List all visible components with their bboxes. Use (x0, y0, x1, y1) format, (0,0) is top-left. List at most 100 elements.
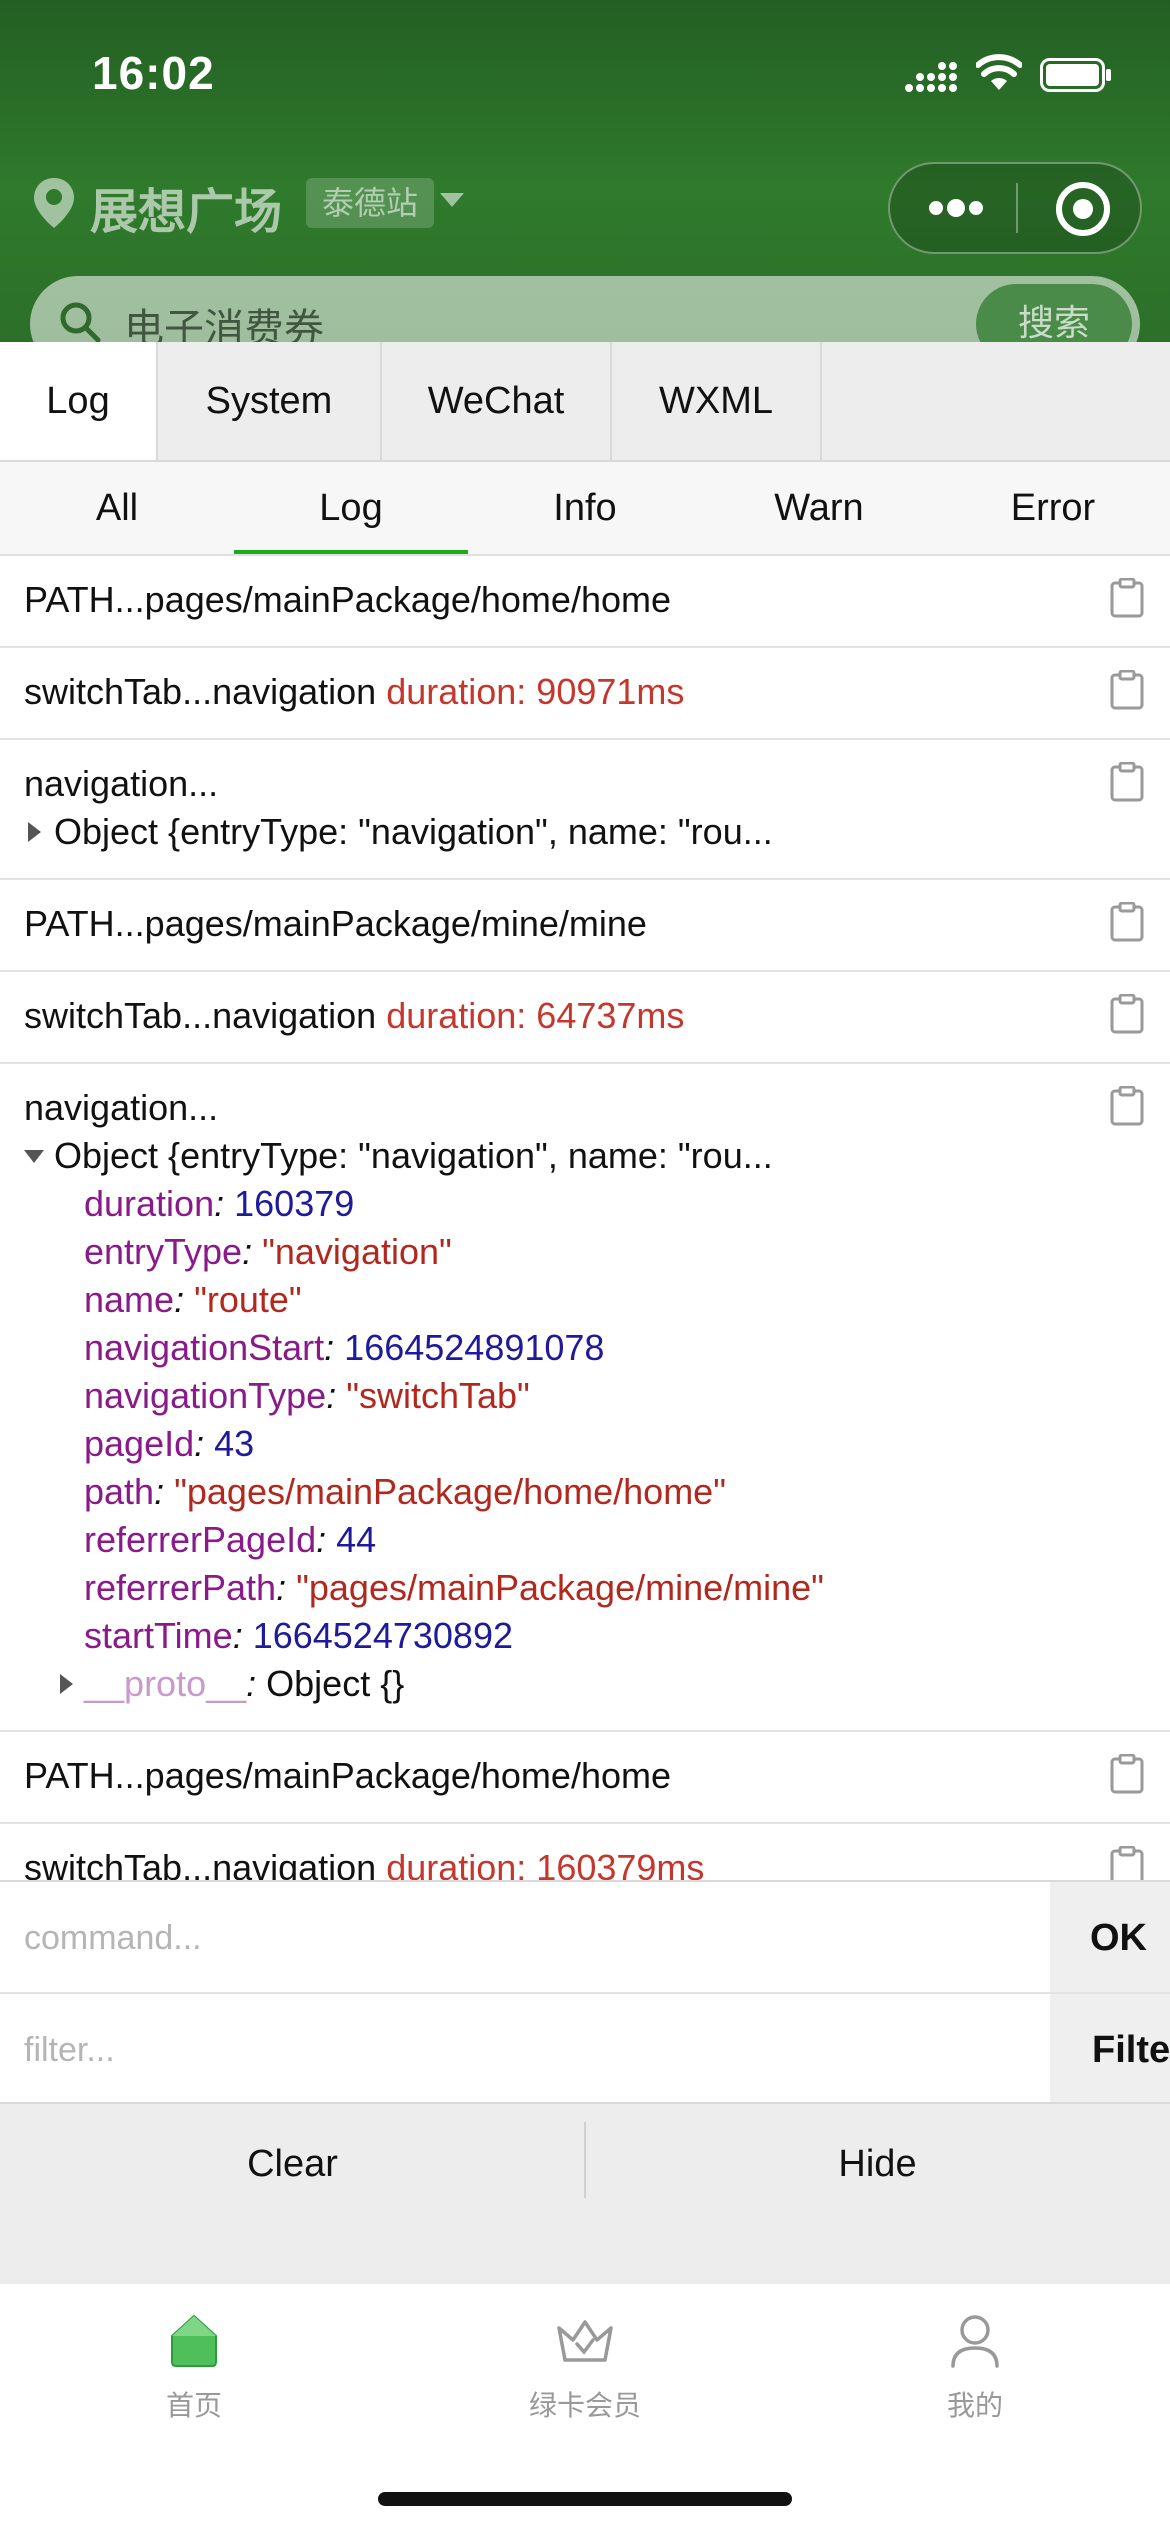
object-property: navigationType: "switchTab" (84, 1372, 1070, 1420)
filter-button[interactable]: Filter (1050, 1994, 1170, 2102)
proto-value: Object {} (266, 1663, 405, 1704)
hide-button[interactable]: Hide (585, 2104, 1170, 2224)
search-button[interactable]: 搜索 (976, 284, 1132, 345)
vconsole-footer: Clear Hide (0, 2104, 1170, 2282)
chevron-down-icon[interactable] (440, 193, 464, 207)
tab-system[interactable]: System (158, 342, 382, 460)
property-colon: : (246, 1663, 267, 1704)
property-key: pageId (84, 1423, 195, 1464)
log-level-tabs: All Log Info Warn Error (0, 462, 1170, 556)
expand-caret-icon[interactable] (60, 1674, 73, 1694)
log-row: switchTab...navigation duration: 90971ms (0, 648, 1170, 740)
app-header: 16:02 展想广场 泰德站 电子消费券 搜索 (0, 0, 1170, 345)
more-icon[interactable] (926, 196, 986, 220)
object-property: pageId: 43 (84, 1420, 1070, 1468)
object-property: startTime: 1664524730892 (84, 1612, 1070, 1660)
property-value: "navigation" (262, 1231, 452, 1272)
property-key: navigationType (84, 1375, 327, 1416)
subtab-all[interactable]: All (0, 462, 234, 554)
property-value: "pages/mainPackage/mine/mine" (296, 1567, 824, 1608)
tab-log[interactable]: Log (0, 342, 158, 460)
tab-wechat[interactable]: WeChat (382, 342, 612, 460)
expand-caret-icon[interactable] (28, 822, 41, 842)
log-row: navigation... Object {entryType: "naviga… (0, 740, 1170, 880)
property-key: referrerPath (84, 1567, 277, 1608)
tabbar-label: 绿卡会员 (528, 2389, 641, 2422)
copy-icon[interactable] (1110, 994, 1144, 1034)
tabbar-item-membership[interactable]: 绿卡会员 (465, 2310, 705, 2424)
object-property: referrerPath: "pages/mainPackage/mine/mi… (84, 1564, 1070, 1612)
property-key: navigationStart (84, 1327, 325, 1368)
crown-icon (557, 2320, 613, 2362)
clear-button[interactable]: Clear (0, 2104, 585, 2224)
command-input[interactable] (24, 1912, 1024, 1964)
property-colon: : (154, 1471, 175, 1512)
collapse-caret-icon[interactable] (24, 1150, 44, 1163)
tab-wxml[interactable]: WXML (612, 342, 822, 460)
property-colon: : (194, 1423, 215, 1464)
copy-icon[interactable] (1110, 1754, 1144, 1794)
log-title: navigation... (24, 763, 219, 804)
log-row: navigation... Object {entryType: "naviga… (0, 1064, 1170, 1732)
property-value: "switchTab" (346, 1375, 530, 1416)
log-row: PATH...pages/mainPackage/mine/mine (0, 880, 1170, 972)
property-colon: : (242, 1231, 263, 1272)
vconsole-panel: Log System WeChat WXML All Log Info Warn… (0, 342, 1170, 2282)
log-row: PATH...pages/mainPackage/home/home (0, 1732, 1170, 1824)
copy-icon[interactable] (1110, 902, 1144, 942)
property-colon: : (214, 1183, 235, 1224)
property-key: name (84, 1279, 175, 1320)
log-duration: duration: 64737ms (386, 995, 685, 1036)
subtab-log[interactable]: Log (234, 462, 468, 554)
subtab-error[interactable]: Error (936, 462, 1170, 554)
property-value: 44 (336, 1519, 377, 1560)
log-duration: duration: 90971ms (386, 671, 685, 712)
battery-icon (1040, 58, 1111, 92)
copy-icon[interactable] (1110, 670, 1144, 710)
property-colon: : (324, 1327, 345, 1368)
filter-input[interactable] (24, 2024, 1024, 2076)
property-value: "pages/mainPackage/home/home" (174, 1471, 726, 1512)
search-input[interactable]: 电子消费券 (124, 296, 324, 345)
log-text: PATH...pages/mainPackage/home/home (24, 1755, 671, 1796)
tabbar-label: 首页 (165, 2389, 222, 2422)
copy-icon[interactable] (1110, 762, 1144, 802)
close-miniprogram-icon[interactable] (1054, 180, 1112, 238)
log-row: PATH...pages/mainPackage/home/home (0, 556, 1170, 648)
location-pin-icon (34, 178, 74, 228)
log-row: switchTab...navigation duration: 64737ms (0, 972, 1170, 1064)
station-tag[interactable]: 泰德站 (306, 178, 435, 228)
object-property: entryType: "navigation" (84, 1228, 1070, 1276)
subtab-info[interactable]: Info (468, 462, 702, 554)
home-indicator (378, 2492, 792, 2506)
log-text: switchTab...navigation (24, 995, 387, 1036)
proto-property[interactable]: __proto__: Object {} (24, 1660, 1070, 1708)
log-text: PATH...pages/mainPackage/home/home (24, 579, 671, 620)
object-preview: Object {entryType: "navigation", name: "… (54, 1135, 773, 1176)
object-property: duration: 160379 (84, 1180, 1070, 1228)
bottom-tab-bar: 首页 绿卡会员 我的 (0, 2282, 1170, 2532)
property-key: duration (84, 1183, 215, 1224)
copy-icon[interactable] (1110, 578, 1144, 618)
ok-button[interactable]: OK (1050, 1882, 1170, 1994)
tabbar-item-home[interactable]: 首页 (74, 2310, 314, 2424)
copy-icon[interactable] (1110, 1086, 1144, 1126)
tabbar-label: 我的 (946, 2389, 1003, 2422)
property-colon: : (276, 1567, 297, 1608)
property-key: path (84, 1471, 155, 1512)
object-property: navigationStart: 1664524891078 (84, 1324, 1070, 1372)
property-colon: : (326, 1375, 347, 1416)
log-text: switchTab...navigation (24, 671, 387, 712)
property-key: entryType (84, 1231, 243, 1272)
subtab-warn[interactable]: Warn (702, 462, 936, 554)
object-summary[interactable]: Object {entryType: "navigation", name: "… (24, 808, 1070, 856)
object-summary[interactable]: Object {entryType: "navigation", name: "… (24, 1132, 1070, 1180)
command-row: OK (0, 1880, 1170, 1994)
property-value: 43 (214, 1423, 255, 1464)
object-property: path: "pages/mainPackage/home/home" (84, 1468, 1070, 1516)
tabbar-item-mine[interactable]: 我的 (855, 2310, 1095, 2424)
filter-row: Filter (0, 1992, 1170, 2104)
object-preview: Object {entryType: "navigation", name: "… (54, 811, 773, 852)
proto-key: __proto__ (84, 1663, 247, 1704)
location-title[interactable]: 展想广场 (90, 172, 282, 242)
